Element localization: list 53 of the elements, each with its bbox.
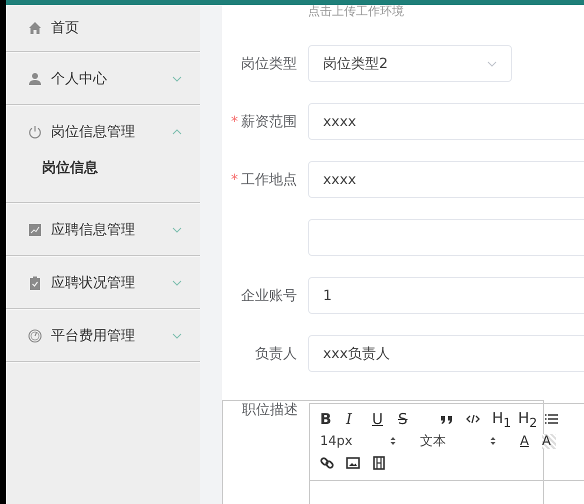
code-icon[interactable]	[466, 413, 480, 425]
toolbar-select[interactable]: 文本	[420, 432, 508, 450]
heading-button[interactable]: H$_{1}$	[492, 408, 518, 430]
strikethrough-button[interactable]: S	[398, 410, 424, 428]
field-label: 工作地点	[241, 172, 297, 188]
heading-button[interactable]: H$_{2}$	[518, 408, 544, 430]
underline-button[interactable]: U	[372, 410, 398, 428]
chevron-icon	[172, 226, 182, 232]
list-icon[interactable]	[544, 413, 558, 425]
bold-button[interactable]: B	[320, 410, 346, 428]
toolbar-select[interactable]: 14px	[320, 434, 408, 448]
gauge-icon	[28, 328, 42, 342]
sidebar-item[interactable]: 首页	[6, 5, 200, 51]
input-field[interactable]: 1	[308, 277, 584, 314]
sidebar-item[interactable]: 岗位信息管理	[6, 106, 200, 157]
field-label: 岗位类型	[241, 56, 297, 72]
field-label: 企业账号	[241, 288, 297, 304]
sidebar-item[interactable]: 应聘状况管理	[6, 257, 200, 308]
power-icon	[28, 124, 42, 138]
input-field[interactable]	[308, 219, 584, 256]
chevron-icon	[172, 332, 182, 338]
up-down-arrows-icon	[490, 436, 496, 446]
chevron-icon	[172, 280, 182, 286]
required-asterisk: *	[231, 114, 238, 130]
field-label: 薪资范围	[241, 114, 297, 130]
clipboard-icon	[28, 276, 42, 290]
chevron-icon	[487, 60, 497, 66]
field-label: 负责人	[255, 346, 297, 362]
up-down-arrows-icon	[390, 436, 396, 446]
image-icon[interactable]	[346, 456, 360, 470]
rich-text-editor[interactable]: B I U S H$_{1}$ H$_{2}$ 14px 文本 A A	[309, 403, 584, 504]
sidebar-item[interactable]: 平台费用管理	[6, 310, 200, 361]
required-asterisk: *	[231, 172, 238, 188]
sidebar-item[interactable]: 个人中心	[6, 53, 200, 104]
upload-hint: 点击上传工作环境	[307, 5, 405, 17]
link-icon[interactable]	[320, 456, 334, 470]
film-icon[interactable]	[372, 456, 386, 470]
chart-icon	[28, 222, 42, 236]
input-field[interactable]: xxx负责人	[308, 335, 584, 372]
italic-button[interactable]: I	[346, 410, 372, 428]
select-field[interactable]: 岗位类型2	[308, 45, 512, 82]
chevron-icon	[172, 76, 182, 82]
font-color-button[interactable]: A	[520, 434, 542, 448]
input-field[interactable]: xxxx	[308, 103, 584, 140]
chevron-icon	[172, 128, 182, 134]
user-icon	[28, 72, 42, 86]
field-label: 职位描述	[242, 402, 298, 418]
input-field[interactable]: xxxx	[308, 161, 584, 198]
sidebar-item[interactable]: 应聘信息管理	[6, 204, 200, 255]
quote-icon[interactable]	[440, 413, 454, 425]
background-color-button[interactable]: A	[542, 434, 556, 448]
home-icon	[28, 21, 42, 35]
sidebar-subitem[interactable]: 岗位信息	[6, 157, 200, 202]
